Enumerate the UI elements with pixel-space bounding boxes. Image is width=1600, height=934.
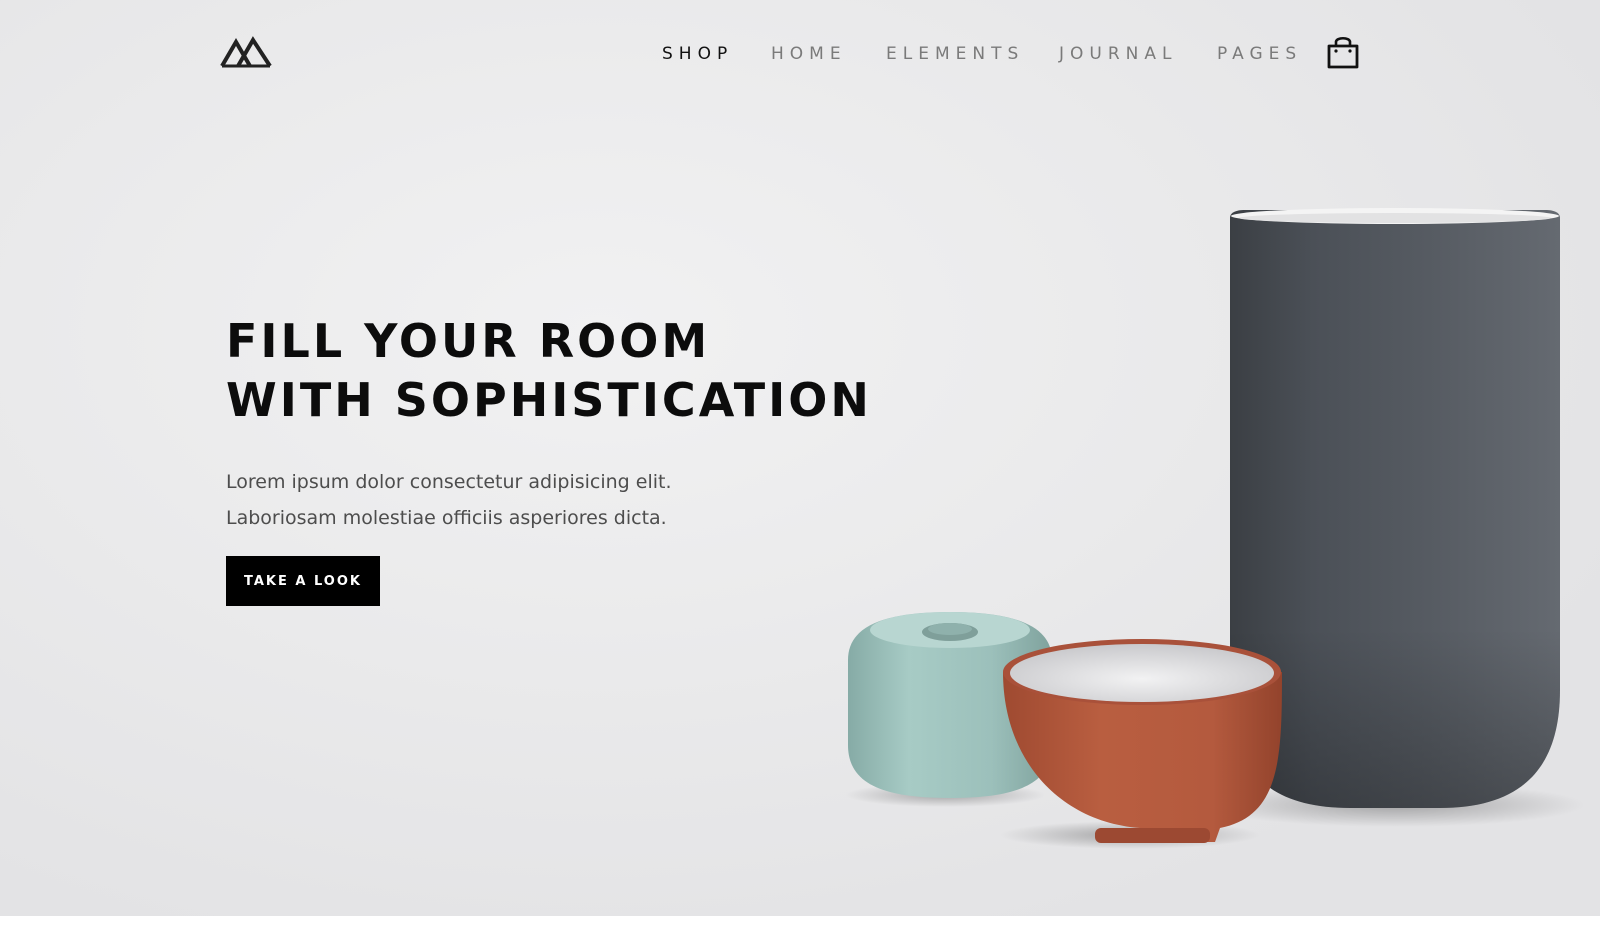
hero-description-line-2: Laboriosam molestiae officiis asperiores…: [226, 507, 667, 529]
page-bottom-edge: [0, 916, 1600, 934]
nav-item-shop[interactable]: SHOP: [662, 40, 733, 68]
hero-description-line-1: Lorem ipsum dolor consectetur adipisicin…: [226, 471, 672, 493]
shopping-bag-icon[interactable]: [1326, 34, 1360, 70]
hero-headline-line-2: WITH SOPHISTICATION: [226, 373, 872, 427]
nav-item-pages[interactable]: PAGES: [1217, 40, 1302, 68]
hero-section: SHOP HOME ELEMENTS JOURNAL PAGES FILL YO…: [0, 0, 1600, 934]
hero-description: Lorem ipsum dolor consectetur adipisicin…: [226, 464, 672, 536]
nav-item-home[interactable]: HOME: [771, 40, 847, 68]
brand-logo-icon[interactable]: [220, 34, 272, 68]
nav-item-elements[interactable]: ELEMENTS: [886, 40, 1024, 68]
nav-item-journal[interactable]: JOURNAL: [1059, 40, 1177, 68]
hero-headline-line-1: FILL YOUR ROOM: [226, 314, 711, 368]
hero-headline: FILL YOUR ROOM WITH SOPHISTICATION: [226, 312, 872, 430]
take-a-look-button[interactable]: TAKE A LOOK: [226, 556, 380, 606]
